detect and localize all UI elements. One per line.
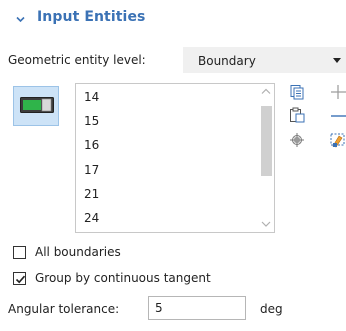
remove-icon[interactable]	[330, 108, 346, 124]
checkmark-icon	[15, 275, 26, 284]
scroll-down-arrow-icon[interactable]	[257, 216, 274, 232]
angular-tolerance-input[interactable]	[148, 296, 246, 320]
checkbox-checked[interactable]	[13, 272, 26, 285]
group-by-tangent-checkbox[interactable]: Group by continuous tangent	[13, 271, 273, 288]
entity-level-label: Geometric entity level:	[8, 53, 146, 67]
group-by-tangent-label: Group by continuous tangent	[35, 271, 211, 285]
zoom-to-selection-icon[interactable]	[289, 132, 305, 148]
toggle-switch-icon	[20, 97, 54, 113]
all-boundaries-checkbox[interactable]: All boundaries	[13, 245, 193, 262]
angular-tolerance-label: Angular tolerance:	[8, 302, 120, 316]
active-toggle-button[interactable]	[13, 86, 59, 126]
list-item[interactable]: 14	[84, 90, 262, 104]
entity-level-select[interactable]: Boundary	[183, 47, 346, 73]
dropdown-arrow-icon	[333, 58, 341, 63]
add-icon[interactable]	[330, 84, 346, 100]
chevron-down-icon	[16, 16, 25, 23]
all-boundaries-label: All boundaries	[35, 245, 121, 259]
list-item[interactable]: 24	[84, 211, 262, 225]
selection-list[interactable]: 14 15 16 17 21 24	[75, 83, 275, 233]
scroll-up-arrow-icon[interactable]	[257, 84, 274, 100]
scroll-thumb[interactable]	[261, 106, 272, 176]
section-header-input-entities[interactable]: Input Entities	[0, 0, 346, 38]
list-item[interactable]: 17	[84, 163, 262, 177]
list-item[interactable]: 15	[84, 114, 262, 128]
clear-selection-icon[interactable]	[330, 132, 346, 148]
checkbox-unchecked[interactable]	[13, 246, 26, 259]
input-entities-panel: Input Entities Geometric entity level: B…	[0, 0, 346, 331]
list-item[interactable]: 16	[84, 138, 262, 152]
copy-list-icon[interactable]	[289, 84, 305, 100]
angular-tolerance-unit: deg	[260, 302, 283, 316]
section-title: Input Entities	[37, 9, 146, 25]
paste-icon[interactable]	[289, 107, 305, 123]
list-item[interactable]: 21	[84, 187, 262, 201]
entity-level-value: Boundary	[198, 54, 256, 68]
list-scrollbar[interactable]	[257, 84, 274, 232]
